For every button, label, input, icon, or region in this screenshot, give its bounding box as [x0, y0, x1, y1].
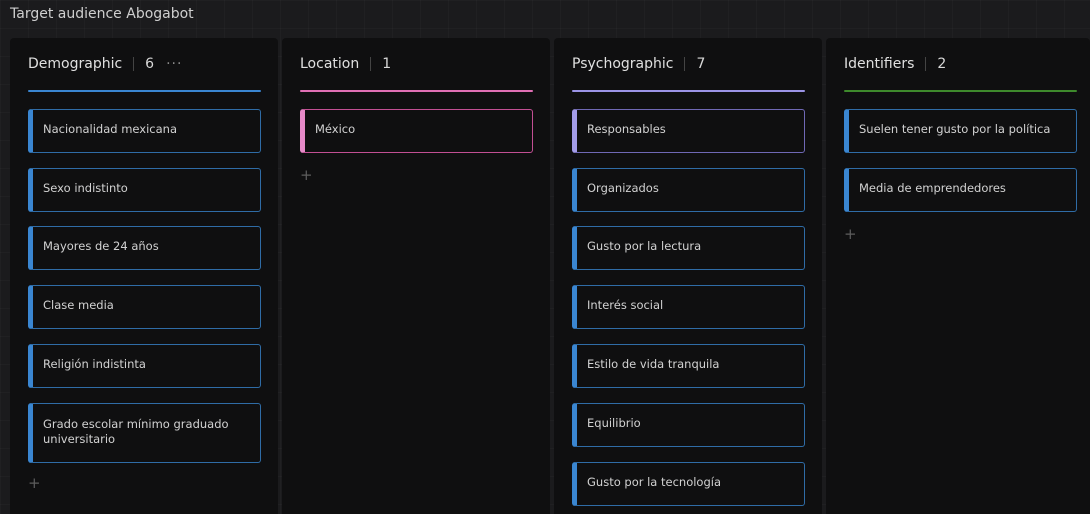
card-count: 6 [145, 56, 155, 72]
card[interactable]: Grado escolar mínimo graduado universita… [28, 403, 261, 463]
column-psychographic: Psychographic 7 Responsables Organizados… [554, 38, 822, 514]
add-card-icon[interactable]: + [28, 476, 42, 491]
card[interactable]: Responsables [572, 109, 805, 153]
column-accent-line [572, 90, 805, 92]
separator [370, 57, 372, 71]
column-title[interactable]: Psychographic [572, 56, 673, 72]
column-demographic: Demographic 6 ··· Nacionalidad mexicana … [10, 38, 278, 514]
card-count: 2 [937, 56, 947, 72]
card[interactable]: Gusto por la tecnología [572, 462, 805, 506]
card-count: 1 [382, 56, 392, 72]
card[interactable]: Sexo indistinto [28, 168, 261, 212]
column-accent-line [300, 90, 533, 92]
card[interactable]: Organizados [572, 168, 805, 212]
card[interactable]: Suelen tener gusto por la política [844, 109, 1077, 153]
more-options-icon[interactable]: ··· [166, 56, 182, 72]
add-card-icon[interactable]: + [844, 227, 858, 242]
separator [133, 57, 135, 71]
card[interactable]: Media de emprendedores [844, 168, 1077, 212]
column-header: Identifiers 2 [844, 53, 946, 75]
add-card-icon[interactable]: + [300, 168, 314, 183]
column-identifiers: Identifiers 2 Suelen tener gusto por la … [826, 38, 1090, 514]
card[interactable]: Clase media [28, 285, 261, 329]
column-title[interactable]: Demographic [28, 56, 122, 72]
column-header: Demographic 6 ··· [28, 53, 182, 75]
card[interactable]: Nacionalidad mexicana [28, 109, 261, 153]
separator [684, 57, 686, 71]
card[interactable]: Equilibrio [572, 403, 805, 447]
column-title[interactable]: Identifiers [844, 56, 914, 72]
column-title[interactable]: Location [300, 56, 359, 72]
card-count: 7 [696, 56, 706, 72]
card[interactable]: Gusto por la lectura [572, 226, 805, 270]
card[interactable]: Estilo de vida tranquila [572, 344, 805, 388]
column-location: Location 1 México + [282, 38, 550, 514]
board-title: Target audience Abogabot [10, 6, 194, 22]
kanban-board: Target audience Abogabot Demographic 6 ·… [0, 0, 1090, 514]
column-accent-line [28, 90, 261, 92]
card[interactable]: Religión indistinta [28, 344, 261, 388]
column-accent-line [844, 90, 1077, 92]
card[interactable]: Mayores de 24 años [28, 226, 261, 270]
card[interactable]: Interés social [572, 285, 805, 329]
column-header: Location 1 [300, 53, 391, 75]
separator [925, 57, 927, 71]
card[interactable]: México [300, 109, 533, 153]
column-header: Psychographic 7 [572, 53, 705, 75]
